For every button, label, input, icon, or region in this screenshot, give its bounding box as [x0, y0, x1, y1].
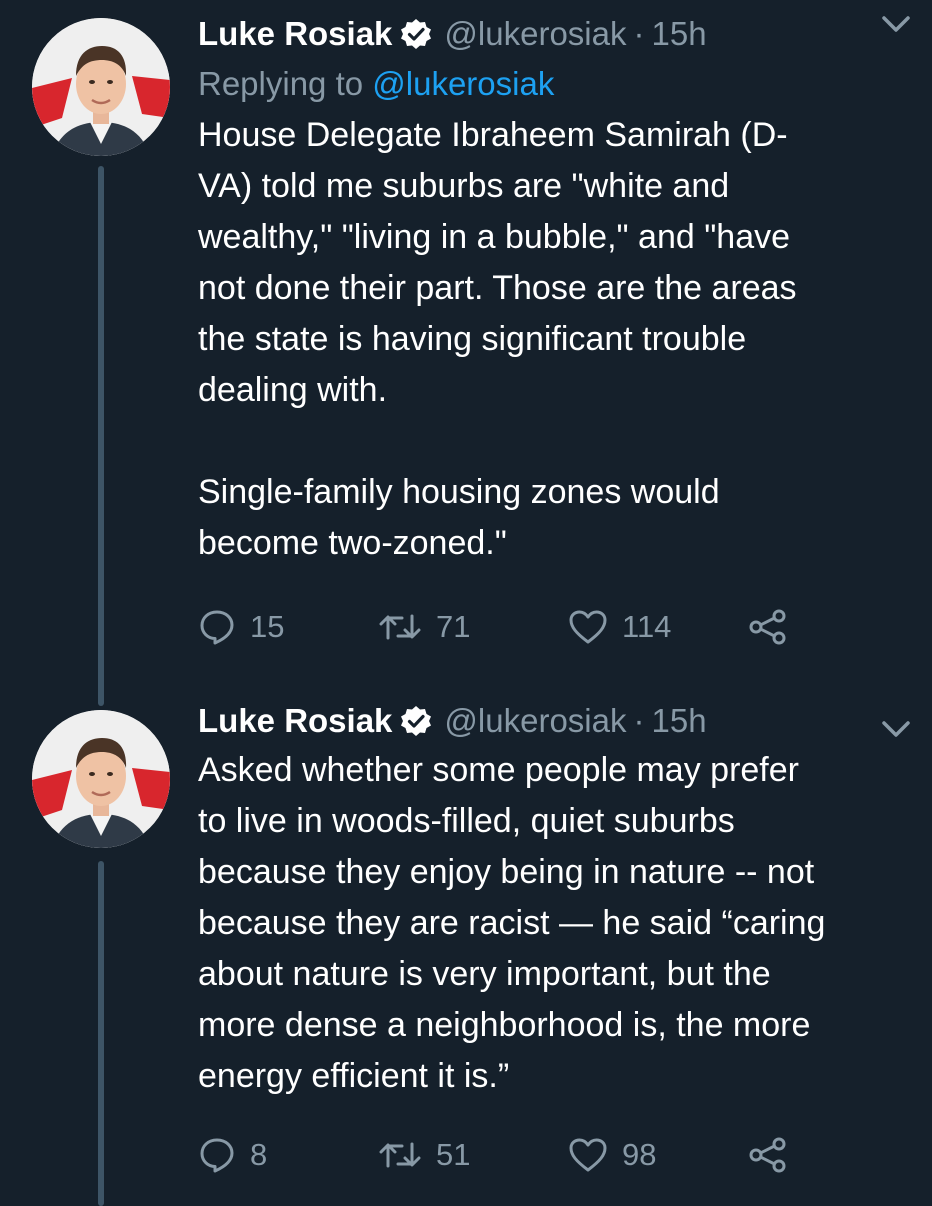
chevron-down-icon[interactable]: [878, 717, 914, 741]
replying-to-mention[interactable]: @lukerosiak: [372, 65, 554, 102]
replying-to: Replying to @lukerosiak: [198, 64, 912, 104]
tweet-text: Asked whether some people may prefer to …: [198, 751, 826, 1095]
chevron-down-icon[interactable]: [878, 12, 914, 36]
timestamp[interactable]: 15h: [652, 702, 707, 740]
retweet-icon: [379, 614, 421, 640]
verified-badge-icon: [400, 705, 432, 737]
replying-to-label: Replying to: [198, 65, 373, 102]
like-count: 98: [622, 1137, 657, 1172]
author-name[interactable]: Luke Rosiak: [198, 15, 392, 53]
tweet-content: Luke Rosiak @lukerosiak · 15h Asked whet…: [198, 701, 912, 1102]
retweet-icon: [379, 1142, 421, 1168]
separator-dot: ·: [633, 702, 645, 739]
thread-line: [98, 166, 104, 706]
verified-badge-icon: [400, 18, 432, 50]
reply-count: 15: [250, 609, 285, 644]
share-icon: [749, 609, 786, 645]
tweet[interactable]: Luke Rosiak @lukerosiak · 15h Asked whet…: [0, 695, 932, 1206]
retweet-button[interactable]: 71: [378, 609, 568, 645]
retweet-count: 71: [436, 609, 471, 644]
tweet-header: Luke Rosiak @lukerosiak · 15h: [198, 14, 912, 54]
like-button[interactable]: 98: [568, 1137, 748, 1173]
reply-icon: [200, 610, 234, 645]
tweet-content: Luke Rosiak @lukerosiak · 15h Replying t…: [198, 14, 912, 569]
avatar[interactable]: [32, 710, 170, 848]
retweet-button[interactable]: 51: [378, 1137, 568, 1173]
share-icon: [749, 1137, 786, 1173]
reply-icon: [200, 1138, 234, 1173]
tweet-actions: 8 51 98: [198, 1135, 788, 1175]
thread-line: [98, 861, 104, 1206]
tweet-text: House Delegate Ibraheem Samirah (D- VA) …: [198, 116, 797, 562]
like-count: 114: [622, 609, 672, 644]
tweet-header: Luke Rosiak @lukerosiak · 15h: [198, 701, 912, 741]
author-handle[interactable]: @lukerosiak: [444, 15, 626, 53]
avatar[interactable]: [32, 18, 170, 156]
like-icon: [569, 610, 607, 644]
like-icon: [569, 1138, 607, 1172]
timestamp[interactable]: 15h: [652, 15, 707, 53]
like-button[interactable]: 114: [568, 609, 748, 645]
share-button[interactable]: [748, 1137, 788, 1173]
retweet-count: 51: [436, 1137, 471, 1172]
separator-dot: ·: [633, 15, 645, 52]
share-button[interactable]: [748, 609, 788, 645]
author-handle[interactable]: @lukerosiak: [444, 702, 626, 740]
tweet[interactable]: Luke Rosiak @lukerosiak · 15h Replying t…: [0, 0, 932, 706]
tweet-actions: 15 71 114: [198, 607, 788, 647]
reply-button[interactable]: 8: [198, 1136, 378, 1174]
reply-count: 8: [250, 1137, 268, 1172]
reply-button[interactable]: 15: [198, 608, 378, 646]
author-name[interactable]: Luke Rosiak: [198, 702, 392, 740]
